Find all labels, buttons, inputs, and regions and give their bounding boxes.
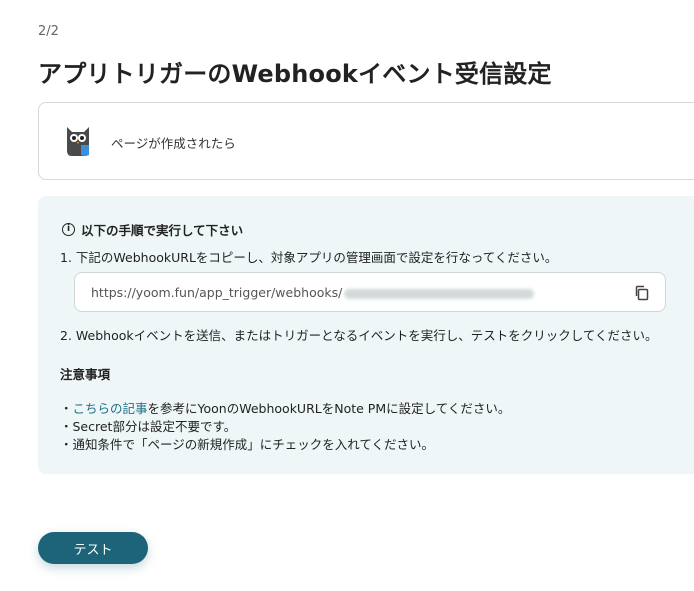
test-button[interactable]: テスト: [38, 532, 148, 564]
instructions-panel: i 以下の手順で実行して下さい 1. 下記のWebhookURLをコピーし、対象…: [38, 196, 694, 474]
note-item-3: ・通知条件で「ページの新規作成」にチェックを入れてください。: [60, 437, 435, 452]
instruction-step-1: 1. 下記のWebhookURLをコピーし、対象アプリの管理画面で設定を行なって…: [60, 250, 558, 265]
note-text: を参考にYoonのWebhookURLをNote PMに設定してください。: [147, 401, 511, 416]
note-item-1: ・こちらの記事を参考にYoonのWebhookURLをNote PMに設定してく…: [60, 398, 510, 417]
webhook-url-token-redacted: [344, 288, 535, 299]
instructions-heading: i 以下の手順で実行して下さい: [62, 220, 243, 239]
notes-heading: 注意事項: [60, 367, 111, 382]
note-item-2: ・Secret部分は設定不要です。: [60, 419, 237, 434]
noteapp-owl-icon: [67, 127, 89, 156]
instruction-step-2: 2. Webhookイベントを送信、またはトリガーとなるイベントを実行し、テスト…: [60, 328, 658, 343]
step-indicator: 2/2: [38, 24, 59, 39]
page-title: アプリトリガーのWebhookイベント受信設定: [38, 60, 552, 88]
copy-icon[interactable]: [633, 284, 651, 302]
note-bullet: ・: [60, 401, 73, 416]
webhook-url-prefix: https://yoom.fun/app_trigger/webhooks/: [91, 285, 343, 300]
trigger-label: ページが作成されたら: [111, 136, 236, 151]
webhook-url-text[interactable]: https://yoom.fun/app_trigger/webhooks/: [91, 285, 535, 300]
webhook-url-field[interactable]: https://yoom.fun/app_trigger/webhooks/: [74, 272, 666, 312]
article-link[interactable]: こちらの記事: [73, 401, 148, 416]
instructions-heading-text: 以下の手順で実行して下さい: [81, 223, 244, 238]
trigger-card: ページが作成されたら: [38, 102, 694, 180]
info-icon: i: [62, 223, 75, 236]
